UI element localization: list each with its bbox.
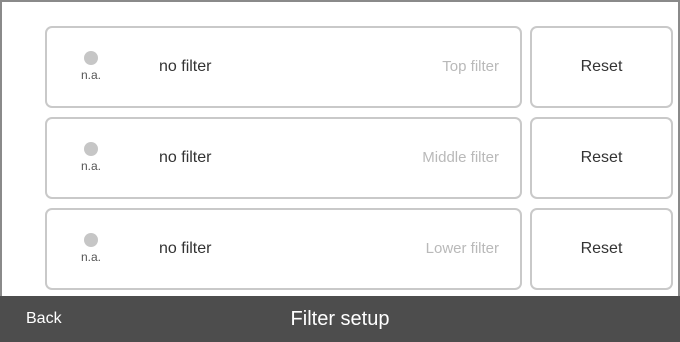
- lower-filter-card[interactable]: n.a. no filter Lower filter: [45, 208, 522, 290]
- filter-name: Lower filter: [425, 240, 499, 257]
- status-label: n.a.: [81, 250, 102, 264]
- filter-value: no filter: [159, 240, 212, 257]
- back-button[interactable]: Back: [26, 296, 62, 342]
- bottom-bar: Filter setup Back: [0, 296, 680, 342]
- filter-name: Top filter: [442, 58, 499, 75]
- status-indicator-icon: [84, 233, 98, 247]
- filter-row-lower: n.a. no filter Lower filter Reset: [2, 208, 680, 290]
- filter-value: no filter: [159, 58, 212, 75]
- filter-value: no filter: [159, 149, 212, 166]
- status-label: n.a.: [81, 159, 102, 173]
- status-label: n.a.: [81, 68, 102, 82]
- top-filter-reset-button[interactable]: Reset: [530, 26, 673, 108]
- top-filter-card[interactable]: n.a. no filter Top filter: [45, 26, 522, 108]
- lower-filter-reset-button[interactable]: Reset: [530, 208, 673, 290]
- status-indicator-icon: [84, 51, 98, 65]
- filter-setup-screen: n.a. no filter Top filter Reset n.a. no …: [0, 0, 680, 342]
- filter-row-top: n.a. no filter Top filter Reset: [2, 26, 680, 108]
- filter-row-middle: n.a. no filter Middle filter Reset: [2, 117, 680, 199]
- page-title: Filter setup: [290, 308, 390, 330]
- filter-name: Middle filter: [422, 149, 499, 166]
- status-indicator-icon: [84, 142, 98, 156]
- middle-filter-card[interactable]: n.a. no filter Middle filter: [45, 117, 522, 199]
- middle-filter-reset-button[interactable]: Reset: [530, 117, 673, 199]
